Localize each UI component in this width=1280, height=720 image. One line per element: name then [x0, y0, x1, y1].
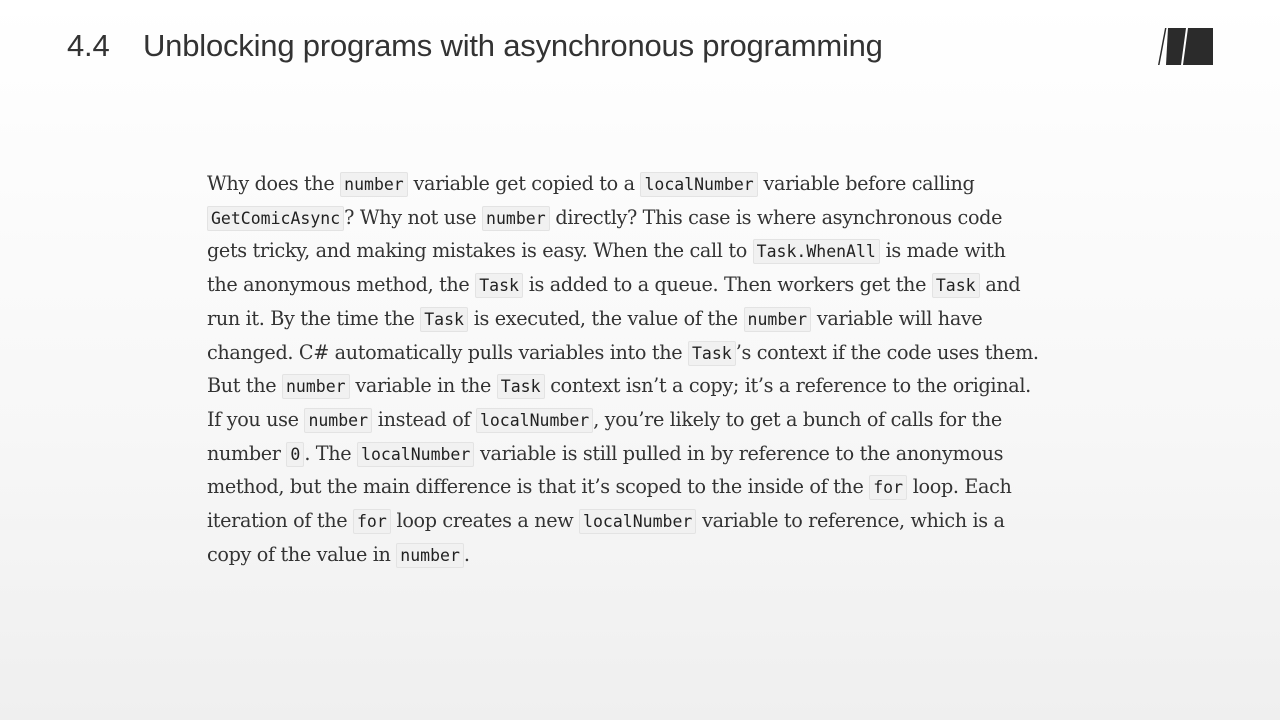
paragraph-line: But the number variable in the Task cont… — [207, 370, 1087, 404]
text-run: gets tricky, and making mistakes is easy… — [207, 239, 753, 263]
paragraph-line: number 0. The localNumber variable is st… — [207, 438, 1087, 472]
inline-code: localNumber — [640, 172, 758, 197]
inline-code: Task.WhenAll — [752, 239, 880, 265]
slide-header: 4.4 Unblocking programs with asynchronou… — [67, 28, 883, 64]
text-run: If you use — [207, 407, 305, 431]
text-run: , you’re likely to get a bunch of calls … — [593, 407, 1002, 431]
section-title: Unblocking programs with asynchronous pr… — [143, 28, 883, 63]
text-run: number — [207, 441, 287, 465]
text-run: the anonymous method, the — [207, 273, 476, 297]
text-run: variable to reference, which is a — [696, 509, 1005, 533]
text-run: ? Why not use — [344, 205, 483, 229]
section-number: 4.4 — [67, 28, 110, 63]
paragraph-line: gets tricky, and making mistakes is easy… — [207, 235, 1087, 269]
text-run: Why does the — [207, 172, 341, 195]
inline-code: number — [282, 374, 350, 400]
paragraph-line: run it. By the time the Task is executed… — [207, 303, 1087, 337]
text-run: loop. Each — [907, 475, 1012, 499]
inline-code: localNumber — [357, 441, 475, 467]
inline-code: number — [743, 306, 812, 332]
inline-code: for — [353, 509, 391, 535]
inline-code: Task — [475, 273, 523, 299]
inline-code: localNumber — [579, 509, 697, 535]
text-run: variable get copied to a — [407, 172, 641, 195]
text-run: iteration of the — [207, 509, 353, 533]
inline-code: number — [304, 407, 373, 433]
paragraph-line: iteration of the for loop creates a new … — [207, 505, 1087, 539]
text-run: instead of — [372, 407, 476, 431]
text-run: But the — [207, 374, 282, 398]
text-run: . The — [304, 441, 358, 465]
text-run: ’s context if the code uses them. — [735, 340, 1039, 364]
publisher-m-logo-icon — [1158, 28, 1214, 65]
inline-code: localNumber — [475, 407, 594, 433]
inline-code: number — [340, 172, 408, 197]
text-run: variable in the — [349, 374, 497, 398]
text-run: variable is still pulled in by reference… — [474, 441, 1004, 465]
inline-code: number — [396, 542, 464, 568]
paragraph-line: GetComicAsync? Why not use number direct… — [207, 202, 1087, 236]
inline-code: 0 — [286, 441, 305, 467]
text-run: variable before calling — [757, 172, 975, 195]
text-run: changed. C# automatically pulls variable… — [207, 340, 688, 364]
inline-code: GetComicAsync — [207, 205, 345, 231]
text-run: variable will have — [811, 306, 983, 330]
text-run: copy of the value in — [207, 542, 397, 566]
inline-code: Task — [687, 340, 736, 366]
paragraph-line: Why does the number variable get copied … — [207, 168, 1087, 202]
text-run: method, but the main difference is that … — [207, 475, 870, 499]
inline-code: Task — [931, 273, 980, 299]
text-run: loop creates a new — [390, 509, 580, 533]
text-run: directly? This case is where asynchronou… — [549, 205, 1003, 229]
text-run: and — [979, 273, 1021, 297]
paragraph-line: copy of the value in number. — [207, 539, 1087, 573]
paragraph-line: If you use number instead of localNumber… — [207, 404, 1087, 438]
body-paragraph: Why does the number variable get copied … — [207, 168, 1087, 572]
paragraph-line: method, but the main difference is that … — [207, 471, 1087, 505]
inline-code: number — [482, 205, 550, 231]
inline-code: for — [869, 475, 908, 501]
text-run: run it. By the time the — [207, 306, 421, 330]
paragraph-line: changed. C# automatically pulls variable… — [207, 337, 1087, 371]
paragraph-line: the anonymous method, the Task is added … — [207, 269, 1087, 303]
text-run: is executed, the value of the — [467, 306, 744, 330]
text-run: is added to a queue. Then workers get th… — [522, 273, 932, 297]
text-run: context isn’t a copy; it’s a reference t… — [544, 374, 1031, 398]
inline-code: Task — [420, 306, 468, 332]
text-run: is made with — [879, 239, 1006, 263]
inline-code: Task — [496, 374, 545, 400]
text-run: . — [463, 542, 470, 566]
